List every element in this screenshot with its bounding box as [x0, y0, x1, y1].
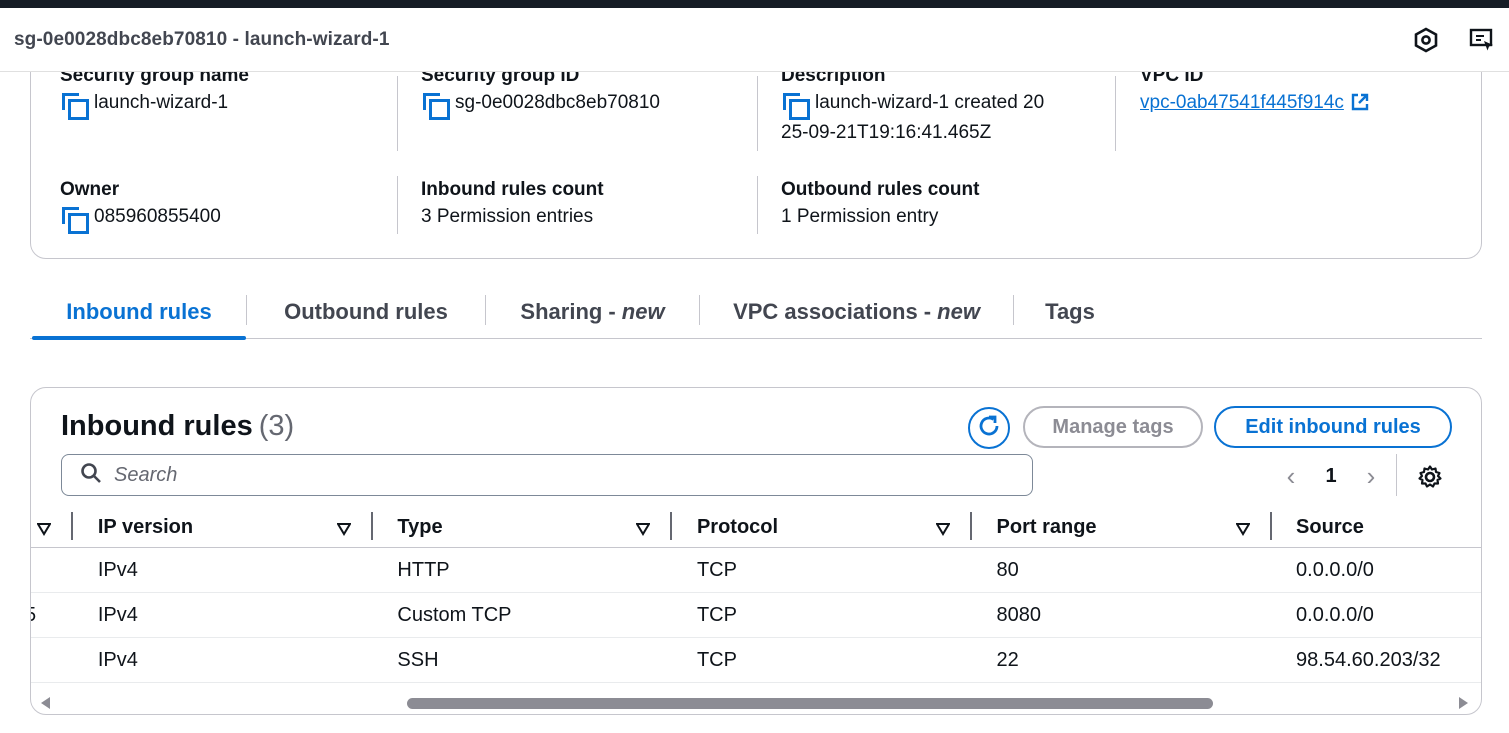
detail-outbound-count: Outbound rules count 1 Permission entry [781, 178, 979, 232]
next-page-icon[interactable]: › [1351, 461, 1391, 492]
detail-description: Description launch-wizard-1 created 20 2… [781, 64, 1044, 148]
column-divider[interactable] [969, 512, 972, 540]
inbound-rules-panel: Inbound rules (3) Manage tags Edit inboun… [30, 387, 1482, 715]
cell-port-range: 22 [996, 637, 1297, 683]
inbound-count-value: 3 Permission entries [421, 206, 594, 227]
page-number[interactable]: 1 [1311, 465, 1351, 488]
copy-icon[interactable] [60, 91, 89, 120]
divider [1396, 454, 1397, 496]
sg-id-value: sg-0e0028dbc8eb70810 [455, 92, 660, 113]
divider [397, 76, 398, 151]
detail-sg-name: Security group name launch-wizard-1 [60, 64, 249, 120]
column-divider[interactable] [71, 512, 73, 540]
cell-truncated: 5 [31, 592, 98, 638]
tab-tags[interactable]: Tags [1014, 285, 1126, 338]
search-box [61, 454, 1033, 496]
column-divider[interactable] [670, 512, 673, 540]
divider [397, 176, 398, 234]
sort-icon[interactable] [36, 519, 52, 536]
owner-value: 085960855400 [94, 206, 221, 227]
column-header-source[interactable]: Source [1296, 507, 1481, 548]
cell-protocol: TCP [696, 637, 997, 683]
cell-source: 98.54.60.203/32 [1296, 637, 1481, 683]
tab-vpc-associations[interactable]: VPC associations - new [700, 285, 1013, 338]
column-header-ip-version[interactable]: IP version [97, 507, 398, 548]
refresh-icon [976, 413, 1002, 444]
tab-outbound-rules[interactable]: Outbound rules [247, 285, 485, 338]
screen-share-icon[interactable] [1468, 26, 1496, 54]
divider [1115, 76, 1116, 151]
cell-type: Custom TCP [397, 592, 697, 638]
search-icon [80, 462, 102, 489]
settings-gear-icon[interactable] [1415, 462, 1445, 492]
cell-source: 0.0.0.0/0 [1296, 547, 1481, 593]
cell-ip-version: IPv4 [97, 637, 398, 683]
column-header-port-range[interactable]: Port range [996, 507, 1297, 548]
page-title: sg-0e0028dbc8eb70810 - launch-wizard-1 [14, 28, 390, 50]
manage-tags-button[interactable]: Manage tags [1023, 406, 1203, 448]
copy-icon[interactable] [781, 91, 810, 120]
copy-icon[interactable] [60, 205, 89, 234]
table-row[interactable]: 5 IPv4 Custom TCP TCP 8080 0.0.0.0/0 [31, 592, 1481, 638]
rules-heading: Inbound rules (3) [61, 410, 294, 443]
scroll-left-icon[interactable] [41, 697, 50, 709]
cell-protocol: TCP [696, 547, 997, 593]
cell-port-range: 8080 [996, 592, 1297, 638]
pagination: ‹ 1 › [1271, 460, 1391, 492]
detail-owner: Owner 085960855400 [60, 178, 221, 234]
copy-icon[interactable] [421, 91, 450, 120]
sg-name-value: launch-wizard-1 [94, 92, 229, 113]
rules-count: (3) [258, 410, 295, 442]
detail-inbound-count: Inbound rules count 3 Permission entries [421, 178, 604, 232]
panel-titlebar: sg-0e0028dbc8eb70810 - launch-wizard-1 [0, 8, 1509, 72]
sort-icon[interactable] [336, 519, 352, 536]
hexagon-icon[interactable] [1412, 26, 1440, 54]
column-divider[interactable] [1269, 512, 1272, 540]
divider [757, 76, 758, 151]
scroll-right-icon[interactable] [1459, 697, 1468, 709]
description-value-line1: launch-wizard-1 created 20 [815, 92, 1045, 113]
owner-label: Owner [60, 179, 120, 200]
edit-inbound-rules-button[interactable]: Edit inbound rules [1214, 406, 1452, 448]
rules-table: IP version Type Protocol Port range Sour… [31, 507, 1481, 683]
cell-truncated [31, 637, 98, 683]
cell-ip-version: IPv4 [97, 547, 398, 593]
column-header-protocol[interactable]: Protocol [696, 507, 997, 548]
table-row[interactable]: IPv4 HTTP TCP 80 0.0.0.0/0 [31, 547, 1481, 593]
browser-top-strip [0, 0, 1509, 8]
cell-type: HTTP [397, 547, 697, 593]
cell-ip-version: IPv4 [97, 592, 398, 638]
tab-sharing[interactable]: Sharing - new [486, 285, 699, 338]
cell-source: 0.0.0.0/0 [1296, 592, 1481, 638]
description-value-line2: 25-09-21T19:16:41.465Z [781, 122, 992, 143]
cell-truncated [31, 547, 98, 593]
sort-icon[interactable] [1234, 519, 1251, 536]
outbound-count-value: 1 Permission entry [781, 206, 939, 227]
column-header-type[interactable]: Type [397, 507, 697, 548]
vpc-id-link[interactable]: vpc-0ab47541f445f914c [1140, 88, 1344, 118]
cell-port-range: 80 [996, 547, 1297, 593]
divider [757, 176, 758, 234]
sort-icon[interactable] [935, 519, 951, 536]
refresh-button[interactable] [968, 407, 1010, 449]
external-link-icon[interactable] [1350, 92, 1370, 122]
detail-sg-id: Security group ID sg-0e0028dbc8eb70810 [421, 64, 660, 120]
detail-vpc-id: VPC ID vpc-0ab47541f445f914c [1140, 64, 1370, 122]
search-input[interactable] [114, 463, 974, 487]
table-header-row: IP version Type Protocol Port range Sour… [31, 507, 1481, 548]
inbound-count-label: Inbound rules count [421, 179, 604, 200]
column-header-truncated[interactable] [31, 507, 98, 548]
outbound-count-label: Outbound rules count [781, 179, 980, 200]
cell-type: SSH [397, 637, 697, 683]
column-divider[interactable] [370, 512, 373, 540]
prev-page-icon[interactable]: ‹ [1271, 461, 1311, 492]
sort-icon[interactable] [635, 519, 652, 536]
cell-protocol: TCP [696, 592, 997, 638]
tab-bar: Inbound rules Outbound rules Sharing - n… [30, 285, 1482, 340]
scrollbar-thumb[interactable] [407, 698, 1213, 709]
rules-title: Inbound rules [61, 410, 253, 442]
table-row[interactable]: IPv4 SSH TCP 22 98.54.60.203/32 [31, 637, 1481, 683]
tab-inbound-rules[interactable]: Inbound rules [32, 285, 246, 340]
horizontal-scrollbar[interactable] [31, 691, 1481, 714]
